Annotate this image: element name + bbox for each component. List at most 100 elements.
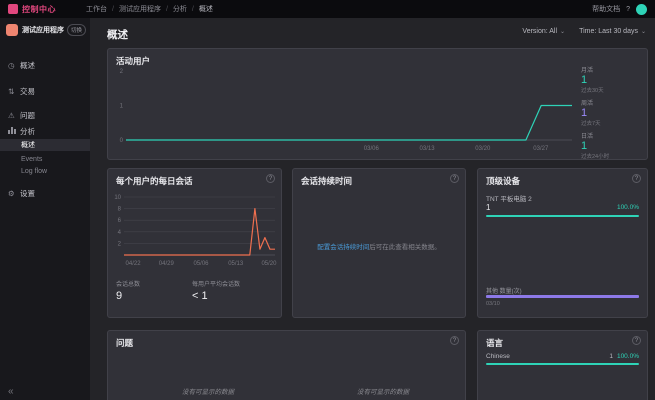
sidebar-item-overview[interactable]: ◷ 概述 bbox=[0, 58, 90, 72]
language-bar bbox=[486, 363, 639, 365]
sidebar-item-label: 设置 bbox=[20, 188, 35, 199]
stat-value: 1 bbox=[581, 107, 643, 119]
active-users-stats: 月活 1 过去30天 周活 1 过去7天 日活 1 过去24小时 bbox=[581, 65, 643, 164]
stat-avg-sessions: 每用户平均会话数 < 1 bbox=[192, 279, 268, 302]
breadcrumb-home[interactable]: 工作台 bbox=[86, 4, 107, 14]
version-filter-label: Version: All bbox=[522, 28, 557, 35]
stat-label: 每用户平均会话数 bbox=[192, 279, 268, 288]
gauge-icon: ◷ bbox=[8, 61, 20, 70]
empty-state-message: 没有可显示的数据 bbox=[303, 386, 463, 396]
transactions-icon: ⇅ bbox=[8, 87, 20, 96]
breadcrumb-current: 概述 bbox=[199, 4, 213, 14]
stat-total-sessions: 会话总数 9 bbox=[116, 279, 192, 302]
sidebar-subitem-label: Events bbox=[21, 156, 42, 163]
stat-sub: 过去24小时 bbox=[581, 152, 643, 160]
card-title: 顶级设备 bbox=[486, 175, 520, 187]
svg-text:05/13: 05/13 bbox=[228, 261, 244, 267]
sidebar-item-label: 问题 bbox=[20, 110, 35, 121]
device-name[interactable]: TNT 平板电脑 2 bbox=[486, 193, 532, 203]
svg-text:1: 1 bbox=[120, 104, 124, 110]
project-switcher[interactable]: 测试应用程序 切换 bbox=[6, 24, 86, 36]
breadcrumb-section[interactable]: 分析 bbox=[173, 4, 187, 14]
svg-text:10: 10 bbox=[114, 195, 121, 201]
gear-icon: ⚙ bbox=[8, 189, 20, 198]
sidebar-subitem-logflow[interactable]: Log flow bbox=[0, 165, 90, 177]
breadcrumb-separator: / bbox=[192, 6, 194, 13]
page-title: 概述 bbox=[107, 27, 128, 42]
svg-text:03/27: 03/27 bbox=[533, 146, 549, 152]
topbar-right: 帮助文档 ? bbox=[592, 4, 647, 15]
logo-icon[interactable] bbox=[8, 4, 18, 14]
breadcrumb: 工作台 / 测试应用程序 / 分析 / 概述 bbox=[86, 4, 213, 14]
sidebar-item-transactions[interactable]: ⇅ 交易 bbox=[0, 84, 90, 98]
svg-text:6: 6 bbox=[118, 218, 122, 224]
sidebar-item-label: 交易 bbox=[20, 86, 35, 97]
stat-value: 1 bbox=[581, 140, 643, 152]
sidebar-subitem-label: Log flow bbox=[21, 168, 47, 175]
info-icon[interactable]: ? bbox=[632, 174, 641, 183]
sidebar-collapse-button[interactable]: « bbox=[8, 386, 14, 397]
stat-dau: 日活 1 过去24小时 bbox=[581, 131, 643, 160]
top-bar: 控制中心 工作台 / 测试应用程序 / 分析 / 概述 帮助文档 ? bbox=[0, 0, 655, 18]
device-percent: 100.0% bbox=[617, 204, 639, 211]
project-switch-badge[interactable]: 切换 bbox=[67, 24, 86, 36]
sidebar-subitem-events[interactable]: Events bbox=[0, 153, 90, 165]
card-active-users: 活动用户 21003/0603/1303/2003/27 月活 1 过去30天 … bbox=[107, 48, 648, 160]
breadcrumb-separator: / bbox=[112, 6, 114, 13]
logo-text[interactable]: 控制中心 bbox=[22, 4, 56, 15]
user-avatar[interactable] bbox=[636, 4, 647, 15]
info-icon[interactable]: ? bbox=[632, 336, 641, 345]
empty-state-message: 没有可显示的数据 bbox=[128, 386, 288, 396]
empty-state-message: 配置会话持续时间后可在此查看相关数据。 bbox=[297, 241, 461, 251]
stat-value: 9 bbox=[116, 290, 192, 302]
stat-sub: 过去30天 bbox=[581, 86, 643, 94]
card-title: 语言 bbox=[486, 337, 503, 349]
active-users-line-chart: 21003/0603/1303/2003/27 bbox=[114, 65, 576, 157]
help-link[interactable]: 帮助文档 bbox=[592, 4, 620, 14]
help-shortcut-icon[interactable]: ? bbox=[626, 6, 630, 13]
version-filter[interactable]: Version: All ⌄ bbox=[522, 28, 565, 35]
stat-wau: 周活 1 过去7天 bbox=[581, 98, 643, 127]
sidebar-item-issues[interactable]: ⚠ 问题 bbox=[0, 108, 90, 122]
filter-bar: Version: All ⌄ Time: Last 30 days ⌄ bbox=[522, 28, 646, 35]
language-name[interactable]: Chinese bbox=[486, 353, 510, 360]
svg-text:2: 2 bbox=[120, 69, 124, 75]
devices-footer-sub: 03/10 bbox=[486, 301, 500, 307]
svg-text:4: 4 bbox=[118, 230, 122, 236]
breadcrumb-separator: / bbox=[166, 6, 168, 13]
svg-text:04/29: 04/29 bbox=[159, 261, 175, 267]
svg-text:8: 8 bbox=[118, 207, 122, 213]
chevron-down-icon: ⌄ bbox=[641, 28, 646, 35]
language-percent: 100.0% bbox=[617, 353, 639, 360]
card-title: 会话持续时间 bbox=[301, 175, 352, 187]
info-icon[interactable]: ? bbox=[450, 336, 459, 345]
sidebar: 测试应用程序 切换 ◷ 概述 ⇅ 交易 ⚠ 问题 分析 概述 Events Lo bbox=[0, 18, 90, 400]
time-filter[interactable]: Time: Last 30 days ⌄ bbox=[579, 28, 646, 35]
sidebar-item-analysis[interactable]: 分析 bbox=[0, 124, 90, 138]
svg-text:05/06: 05/06 bbox=[194, 261, 210, 267]
card-issues: 问题 ? 没有可显示的数据 没有可显示的数据 bbox=[107, 330, 466, 400]
sidebar-subitem-label: 概述 bbox=[21, 140, 35, 150]
svg-text:2: 2 bbox=[118, 241, 122, 247]
daily-sessions-stats: 会话总数 9 每用户平均会话数 < 1 bbox=[116, 279, 276, 302]
svg-text:03/06: 03/06 bbox=[364, 146, 380, 152]
card-language: 语言 ? Chinese 1 100.0% bbox=[477, 330, 648, 400]
stat-label: 日活 bbox=[581, 131, 643, 140]
device-bar bbox=[486, 215, 639, 217]
stat-label: 月活 bbox=[581, 65, 643, 74]
setup-link[interactable]: 配置会话持续时间 bbox=[317, 244, 369, 251]
language-count: 1 bbox=[609, 353, 613, 360]
card-daily-sessions: 每个用户的每日会话 ? 10864204/2204/2905/0605/1305… bbox=[107, 168, 282, 318]
card-title: 问题 bbox=[116, 337, 133, 349]
breadcrumb-project[interactable]: 测试应用程序 bbox=[119, 4, 161, 14]
svg-text:03/13: 03/13 bbox=[420, 146, 436, 152]
info-icon[interactable]: ? bbox=[266, 174, 275, 183]
sidebar-subitem-overview[interactable]: 概述 bbox=[0, 139, 90, 151]
sidebar-item-label: 分析 bbox=[20, 126, 35, 137]
project-avatar bbox=[6, 24, 18, 36]
app-root: 控制中心 工作台 / 测试应用程序 / 分析 / 概述 帮助文档 ? 测试应用程… bbox=[0, 0, 655, 400]
sidebar-item-settings[interactable]: ⚙ 设置 bbox=[0, 186, 90, 200]
devices-footer-bar bbox=[486, 295, 639, 298]
info-icon[interactable]: ? bbox=[450, 174, 459, 183]
device-count: 1 bbox=[486, 203, 490, 212]
